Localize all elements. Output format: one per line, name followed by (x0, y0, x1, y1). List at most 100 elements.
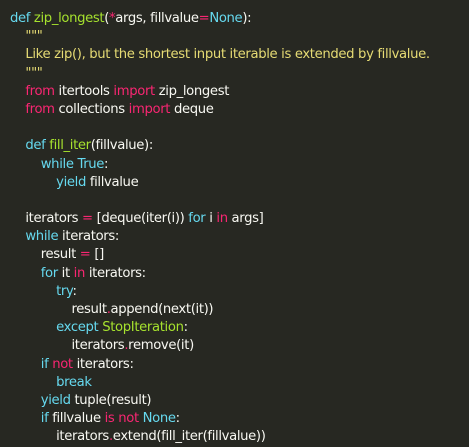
code-token-text: : (104, 156, 109, 172)
code-token-function-name: zip_longest (33, 11, 105, 26)
code-token-text: iterators (10, 338, 125, 354)
code-token-keyword: for (188, 211, 206, 227)
code-line: iterators = [deque(iter(i)) for i in arg… (10, 210, 469, 228)
code-line: if fillvalue is not None: (10, 410, 469, 428)
code-token-text: result (10, 302, 107, 317)
code-token-text: [] (90, 247, 104, 263)
code-token-text: iterators: (85, 265, 146, 281)
code-token-text: args] (227, 211, 264, 227)
code-token-text: it (57, 265, 74, 281)
code-line: except StopIteration: (10, 319, 469, 337)
code-token-operator: not (52, 356, 73, 372)
code-token-keyword: break (56, 374, 92, 390)
code-token-operator: in (216, 211, 228, 227)
code-line: iterators.extend(fill_iter(fillvalue)) (10, 428, 469, 446)
code-token-text: iterators (10, 211, 83, 227)
code-token-operator: not (118, 411, 139, 427)
code-token-keyword: try (56, 283, 73, 299)
code-token-text: tuple(result) (70, 392, 152, 408)
code-token-operator: from (25, 83, 55, 99)
code-line: yield fillvalue (10, 174, 469, 192)
code-token-keyword: if (40, 411, 49, 427)
code-line: for it in iterators: (10, 265, 469, 283)
code-token-keyword: def (25, 138, 46, 154)
code-token-text: i (205, 211, 217, 227)
code-token-operator: = (79, 247, 91, 263)
code-line: Like zip(), but the shortest input itera… (10, 46, 469, 64)
code-token-keyword: while (25, 229, 59, 245)
code-editor[interactable]: def zip_longest(*args, fillvalue=None): … (0, 0, 469, 444)
code-token-operator: import (128, 101, 171, 117)
code-line: iterators.remove(it) (10, 337, 469, 355)
code-token-text: : (175, 411, 180, 427)
code-token-text: ): (242, 11, 252, 26)
code-token-docstring: """ (10, 29, 43, 45)
code-token-text: append(next(it)) (110, 302, 214, 317)
code-line: result = [] (10, 246, 469, 264)
code-token-text: itertools (54, 83, 114, 99)
code-token-text: deque (170, 101, 214, 117)
code-line: from collections import deque (10, 101, 469, 119)
code-token-text: (fillvalue): (90, 138, 154, 154)
code-token-text: collections (54, 101, 129, 117)
code-line: """ (10, 28, 469, 46)
code-line: while iterators: (10, 228, 469, 246)
code-token-docstring: """ (10, 65, 43, 81)
code-token-text: fillvalue (48, 411, 105, 427)
code-token-keyword: None (142, 411, 176, 427)
code-token-operator: from (25, 101, 55, 117)
code-token-keyword: def (10, 11, 31, 26)
code-token-text: args, fillvalue (115, 11, 199, 26)
code-line: """ (10, 65, 469, 83)
code-line: result.append(next(it)) (10, 301, 469, 319)
code-token-operator: = (82, 211, 93, 227)
code-token-text: : (72, 283, 77, 299)
code-token-text: [deque(iter(i)) (92, 211, 189, 227)
code-line: yield tuple(result) (10, 392, 469, 410)
code-token-function-name: StopIteration (102, 320, 184, 336)
code-token-text: extend(fill_iter(fillvalue)) (112, 429, 266, 445)
code-token-text: iterators: (58, 229, 119, 245)
code-line: while True: (10, 156, 469, 174)
code-token-keyword: True (77, 156, 105, 172)
code-line: if not iterators: (10, 356, 469, 374)
code-token-text: iterators: (72, 356, 134, 372)
code-token-text: remove(it) (128, 338, 194, 354)
code-token-text: zip_longest (154, 83, 230, 99)
code-token-operator: in (73, 265, 86, 281)
code-token-keyword: yield (40, 392, 71, 408)
code-line: break (10, 374, 469, 392)
code-token-text: result (10, 247, 80, 263)
code-token-keyword: for (40, 265, 58, 281)
code-token-keyword: except (56, 320, 99, 336)
code-token-text: iterators (10, 429, 109, 445)
code-line: try: (10, 283, 469, 301)
code-token-operator: is (104, 411, 115, 427)
code-token-keyword: while (40, 156, 74, 172)
code-line: from itertools import zip_longest (10, 83, 469, 101)
code-token-operator: = (198, 11, 210, 26)
code-token-docstring: Like zip(), but the shortest input itera… (10, 47, 430, 63)
code-token-text: : (183, 320, 188, 336)
code-token-function-name: fill_iter (49, 138, 91, 154)
code-token-text: fillvalue (85, 174, 139, 190)
code-token-operator: import (113, 83, 155, 99)
code-line: def zip_longest(*args, fillvalue=None): (10, 10, 469, 28)
code-token-keyword: yield (56, 174, 86, 190)
code-line: def fill_iter(fillvalue): (10, 137, 469, 155)
